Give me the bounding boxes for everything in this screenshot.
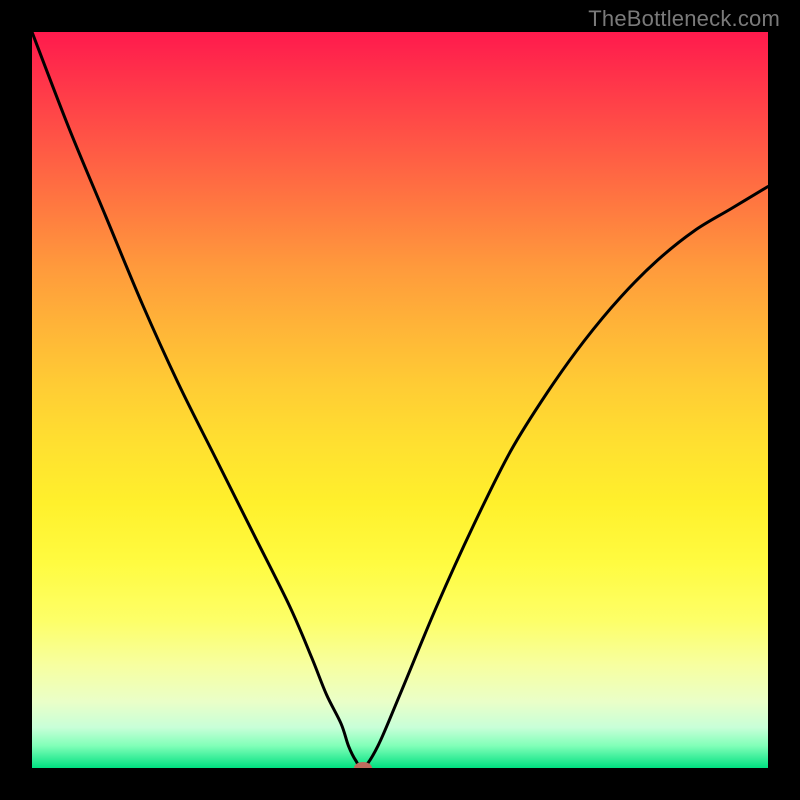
bottleneck-curve-svg	[32, 32, 768, 768]
watermark-text: TheBottleneck.com	[588, 6, 780, 32]
bottleneck-curve-path	[32, 32, 768, 768]
chart-area	[32, 32, 768, 768]
optimal-point-marker	[354, 762, 372, 768]
